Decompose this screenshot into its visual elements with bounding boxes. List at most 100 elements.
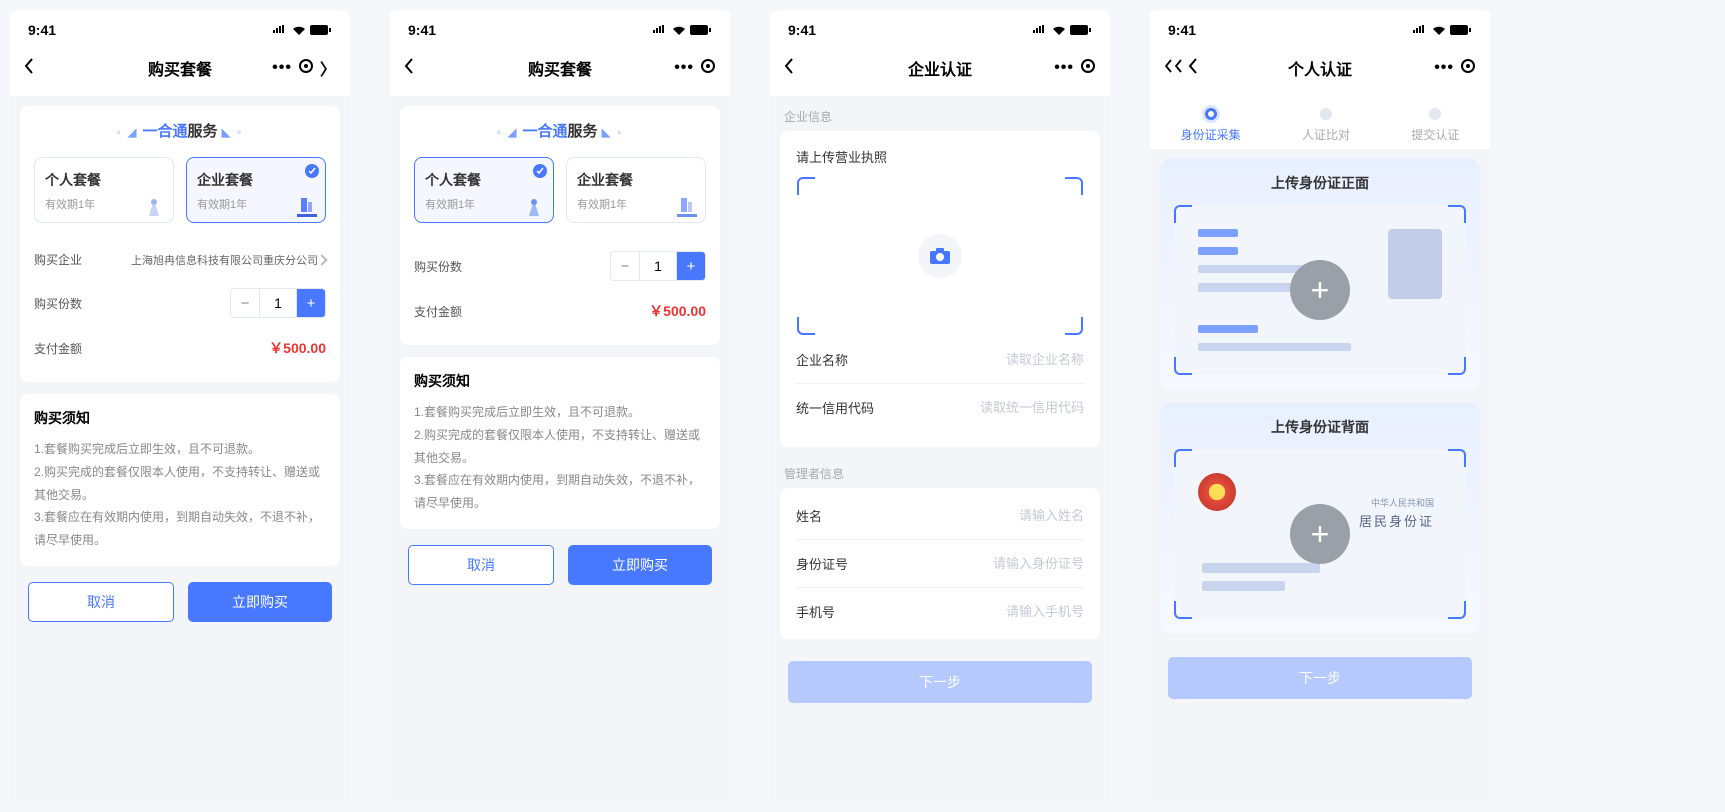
page-title: 购买套餐: [464, 56, 656, 80]
plan-name: 个人套餐: [425, 170, 543, 190]
plan-name: 企业套餐: [197, 170, 315, 190]
amount: ￥500.00: [649, 301, 706, 321]
step-collect: 身份证采集: [1181, 108, 1241, 143]
plan-name: 个人套餐: [45, 170, 163, 190]
target-icon[interactable]: [1080, 58, 1096, 79]
row-company[interactable]: 购买企业 上海旭冉信息科技有限公司重庆分公司: [34, 241, 326, 278]
notice-title: 购买须知: [34, 408, 326, 428]
page-title: 企业认证: [844, 56, 1036, 80]
time: 9:41: [788, 22, 816, 38]
upload-license[interactable]: [796, 176, 1084, 336]
qty-input[interactable]: [639, 252, 677, 280]
value: 上海旭冉信息科技有限公司重庆分公司: [92, 252, 318, 268]
cancel-button[interactable]: 取消: [28, 582, 174, 622]
back-icon[interactable]: [24, 58, 34, 79]
label: 身份证号: [796, 554, 848, 573]
status-bar: 9:41: [1150, 10, 1490, 46]
minus-button[interactable]: −: [231, 289, 259, 317]
label: 手机号: [796, 602, 835, 621]
cancel-button[interactable]: 取消: [408, 545, 554, 585]
service-title: ◦ ◢ 一合通服务 ◣ ◦: [34, 120, 326, 141]
status-bar: 9:41: [770, 10, 1110, 46]
plus-button[interactable]: +: [297, 289, 325, 317]
camera-icon: [918, 234, 962, 278]
label: 企业名称: [796, 350, 848, 369]
check-icon: [533, 164, 547, 178]
idno-input[interactable]: [848, 556, 1084, 571]
buy-button[interactable]: 立即购买: [568, 545, 712, 585]
back-icon[interactable]: [1164, 59, 1172, 78]
plan-name: 企业套餐: [577, 170, 695, 190]
status-icons: [1412, 25, 1472, 35]
section-company-info: 企业信息: [780, 102, 1100, 131]
row-qty: 购买份数 − +: [414, 241, 706, 291]
more-icon[interactable]: •••: [272, 59, 292, 77]
time: 9:41: [408, 22, 436, 38]
plan-personal[interactable]: 个人套餐 有效期1年: [414, 157, 554, 223]
next-button[interactable]: 下一步: [788, 661, 1092, 703]
plus-button[interactable]: +: [677, 252, 705, 280]
notice-item: 3.套餐应在有效期内使用，到期自动失效，不退不补，请尽早使用。: [34, 506, 326, 552]
quantity-stepper: − +: [610, 251, 706, 281]
label: 支付金额: [34, 340, 82, 357]
buy-button[interactable]: 立即购买: [188, 582, 332, 622]
field-phone: 手机号: [796, 588, 1084, 635]
label: 支付金额: [414, 303, 462, 320]
field-company-name: 企业名称: [796, 336, 1084, 384]
row-amount: 支付金额 ￥500.00: [34, 328, 326, 368]
phone-input[interactable]: [835, 604, 1084, 619]
more-icon[interactable]: •••: [1434, 59, 1454, 77]
upload-id-front[interactable]: +: [1174, 205, 1466, 375]
building-icon: [287, 196, 321, 218]
screen-buy-personal: 9:41 购买套餐 ••• ◦ ◢ 一合通服务 ◣ ◦ 个人套餐 有效: [390, 10, 730, 802]
plan-personal[interactable]: 个人套餐 有效期1年: [34, 157, 174, 223]
target-icon[interactable]: [1460, 58, 1476, 79]
status-bar: 9:41: [10, 10, 350, 46]
more-icon[interactable]: •••: [674, 59, 694, 77]
uscc-input[interactable]: [874, 400, 1084, 415]
nav-bar: 购买套餐 ••• 〉: [10, 46, 350, 96]
notice-title: 购买须知: [414, 371, 706, 391]
user-icon: [515, 196, 549, 218]
qty-input[interactable]: [259, 289, 297, 317]
id-back-title: 上传身份证背面: [1174, 417, 1466, 437]
status-icons: [1032, 25, 1092, 35]
upload-label: 请上传营业执照: [796, 147, 1084, 166]
back-icon[interactable]: [1188, 58, 1198, 79]
quantity-stepper: − +: [230, 288, 326, 318]
label: 购买企业: [34, 251, 82, 268]
forward-icon[interactable]: 〉: [320, 56, 336, 80]
row-amount: 支付金额 ￥500.00: [414, 291, 706, 331]
plan-enterprise[interactable]: 企业套餐 有效期1年: [186, 157, 326, 223]
check-icon: [305, 164, 319, 178]
minus-button[interactable]: −: [611, 252, 639, 280]
service-title: ◦ ◢ 一合通服务 ◣ ◦: [414, 120, 706, 141]
target-icon[interactable]: [700, 58, 716, 79]
notice-item: 3.套餐应在有效期内使用，到期自动失效，不退不补，请尽早使用。: [414, 469, 706, 515]
plus-icon: +: [1290, 504, 1350, 564]
upload-id-back[interactable]: 中华人民共和国 居民身份证 +: [1174, 449, 1466, 619]
id-front-card: 上传身份证正面 +: [1160, 159, 1480, 389]
back-icon[interactable]: [404, 58, 414, 79]
nav-bar: 购买套餐 •••: [390, 46, 730, 96]
notice-item: 1.套餐购买完成后立即生效，且不可退款。: [34, 438, 326, 461]
avatar-placeholder: [1388, 229, 1442, 299]
time: 9:41: [28, 22, 56, 38]
next-button[interactable]: 下一步: [1168, 657, 1472, 699]
back-icon[interactable]: [784, 58, 794, 79]
company-name-input[interactable]: [848, 352, 1084, 367]
page-title: 购买套餐: [84, 56, 276, 80]
name-input[interactable]: [822, 508, 1084, 523]
back-icon[interactable]: [1174, 59, 1182, 78]
step-compare: 人证比对: [1302, 108, 1350, 143]
id-back-card: 上传身份证背面 中华人民共和国 居民身份证 +: [1160, 403, 1480, 633]
building-icon: [667, 196, 701, 218]
plan-enterprise[interactable]: 企业套餐 有效期1年: [566, 157, 706, 223]
field-uscc: 统一信用代码: [796, 384, 1084, 431]
nav-bar: 企业认证 •••: [770, 46, 1110, 96]
time: 9:41: [1168, 22, 1196, 38]
page-title: 个人认证: [1224, 56, 1416, 80]
target-icon[interactable]: [298, 58, 314, 79]
amount: ￥500.00: [269, 338, 326, 358]
more-icon[interactable]: •••: [1054, 59, 1074, 77]
